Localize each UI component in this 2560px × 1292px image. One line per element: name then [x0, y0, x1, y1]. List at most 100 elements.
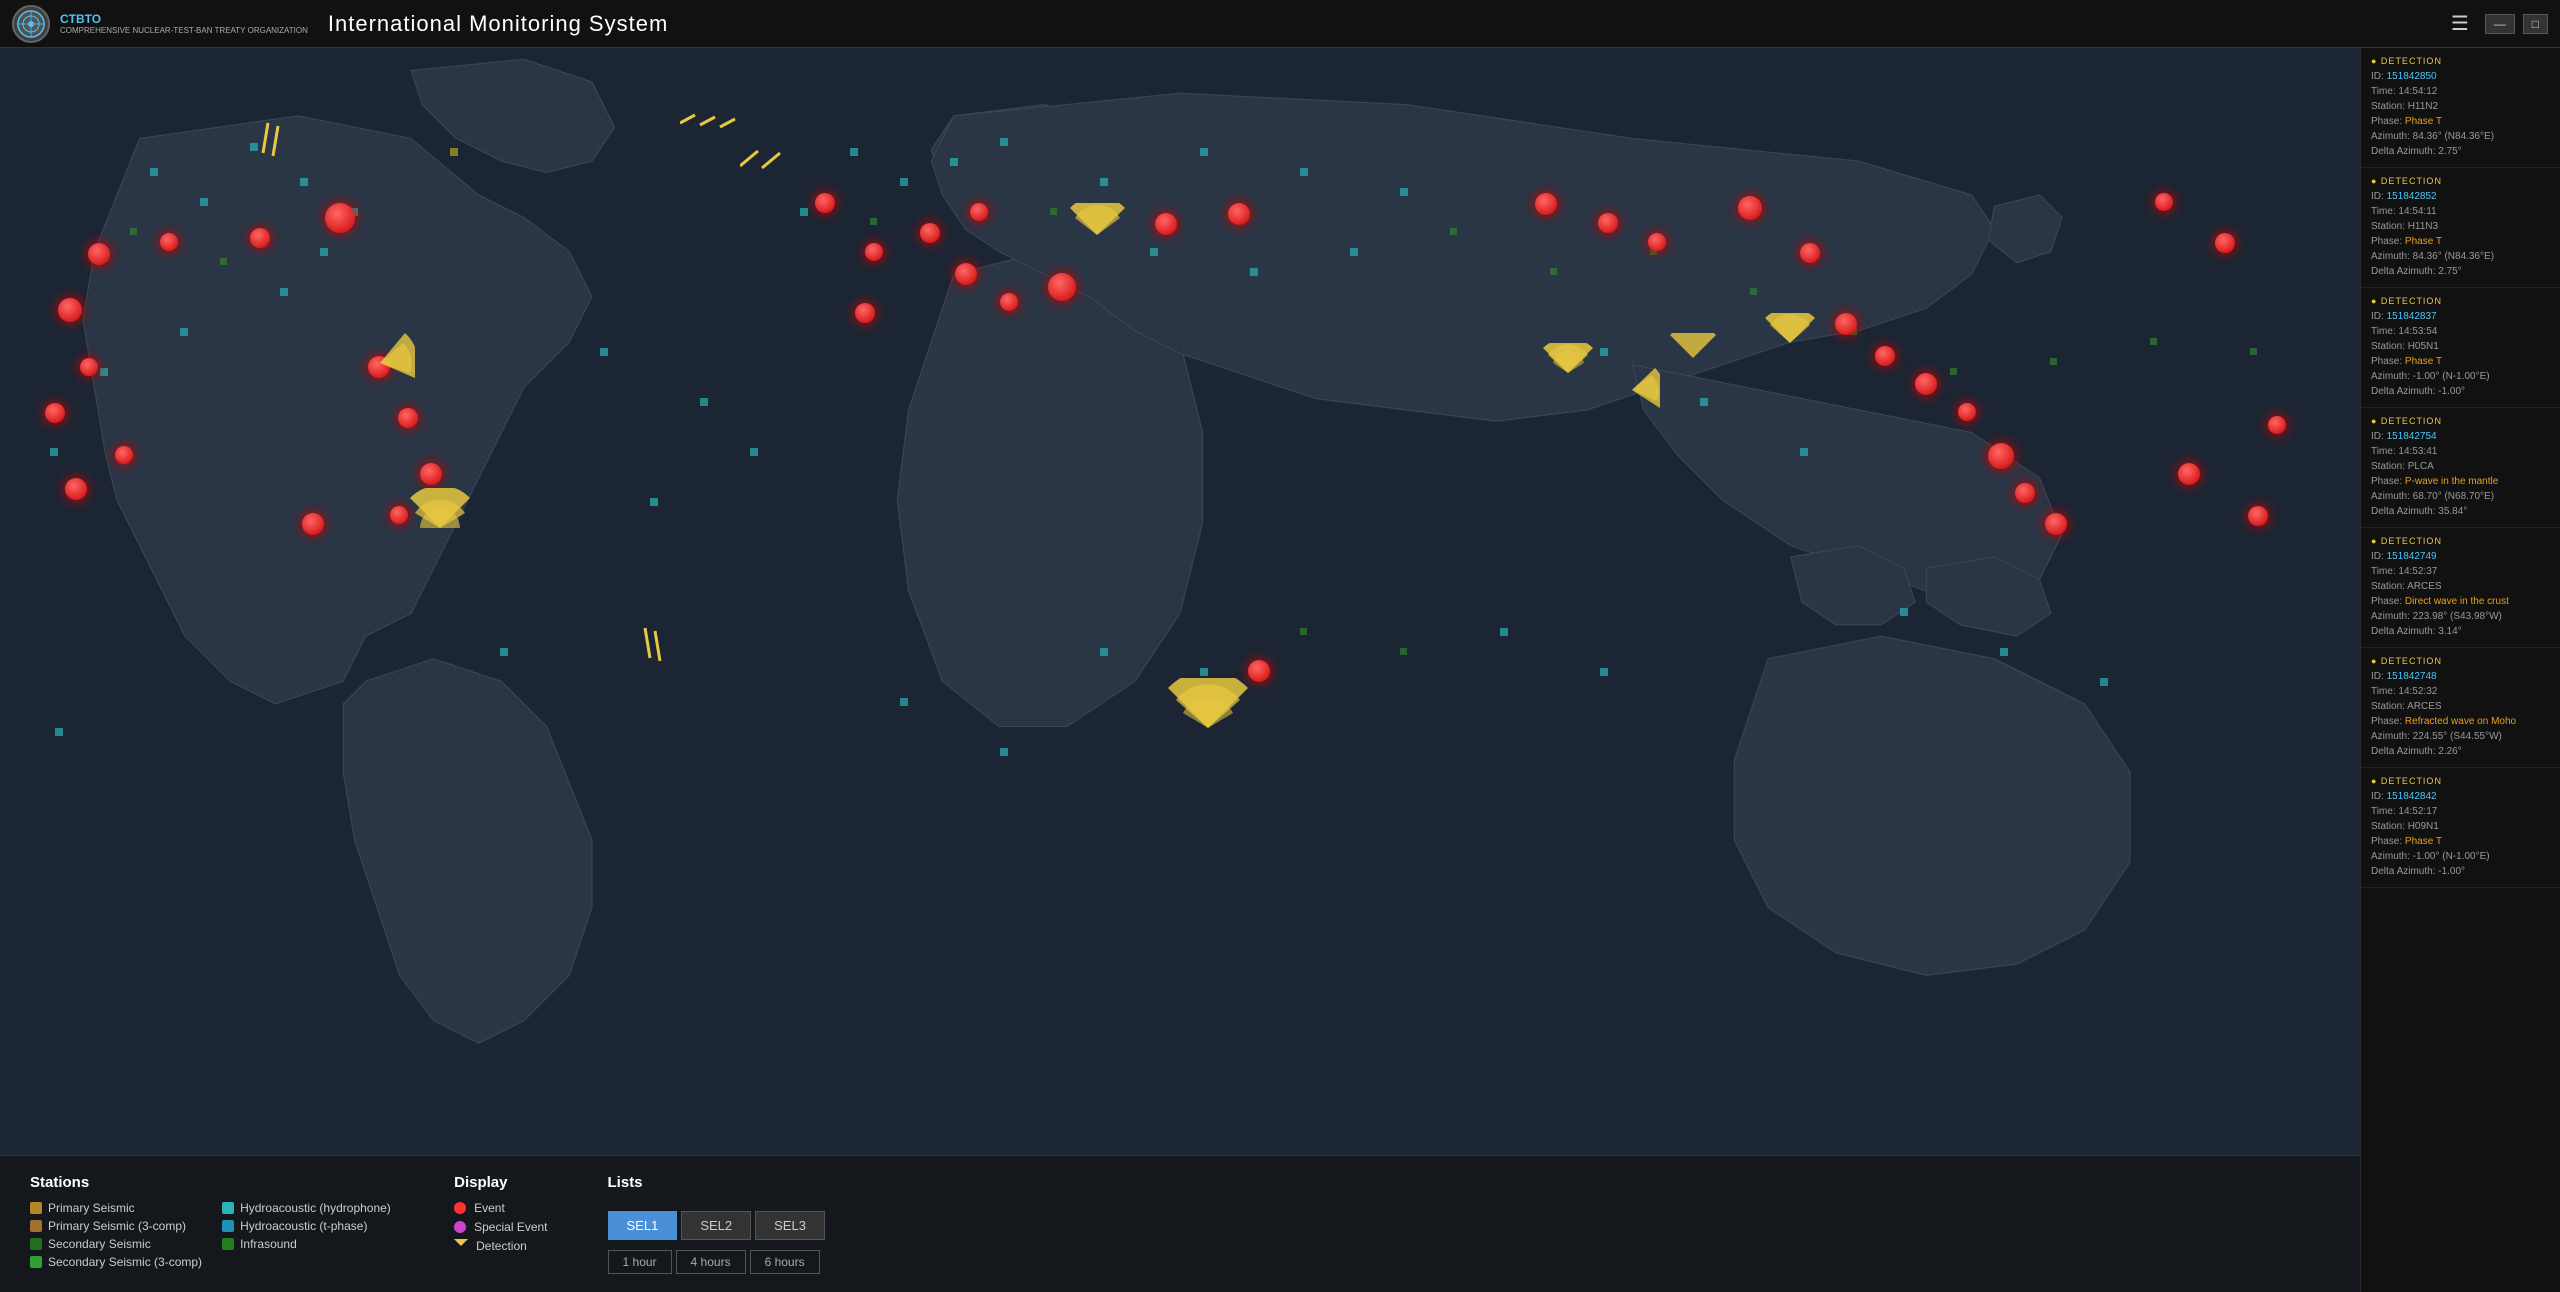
detection-phase: Phase: P-wave in the mantle: [2371, 474, 2550, 489]
primary-seismic-icon: [30, 1202, 42, 1214]
detection-list: ● DETECTION ID: 151842850 Time: 14:54:12…: [2361, 48, 2560, 888]
main-content: Stations Primary Seismic Hydroacoustic (…: [0, 48, 2560, 1292]
hydro-hydrophone-label: Hydroacoustic (hydrophone): [240, 1201, 391, 1215]
detection-time: Time: 14:54:11: [2371, 204, 2550, 219]
detection-azimuth: Azimuth: 224.55° (S44.55°W): [2371, 729, 2550, 744]
menu-button[interactable]: ☰: [2443, 7, 2477, 40]
detection-station: Station: H05N1: [2371, 339, 2550, 354]
detection-azimuth: Azimuth: 223.98° (S43.98°W): [2371, 609, 2550, 624]
detection-station: Station: PLCA: [2371, 459, 2550, 474]
detection-delta-azimuth: Delta Azimuth: 2.26°: [2371, 744, 2550, 759]
detection-time: Time: 14:52:37: [2371, 564, 2550, 579]
special-event-icon: [454, 1221, 466, 1233]
legend-infrasound: Infrasound: [222, 1237, 394, 1251]
minimize-button[interactable]: —: [2485, 14, 2515, 34]
detection-item[interactable]: ● DETECTION ID: 151842749 Time: 14:52:37…: [2361, 528, 2560, 648]
legend-hydroacoustic-hydrophone: Hydroacoustic (hydrophone): [222, 1201, 394, 1215]
detection-id: ID: 151842842: [2371, 789, 2550, 804]
detection-phase: Phase: Phase T: [2371, 834, 2550, 849]
legend-bar: Stations Primary Seismic Hydroacoustic (…: [0, 1155, 2360, 1292]
detection-time: Time: 14:54:12: [2371, 84, 2550, 99]
stations-legend: Stations Primary Seismic Hydroacoustic (…: [30, 1174, 394, 1269]
detection-label-badge: ● DETECTION: [2371, 176, 2550, 186]
6hours-button[interactable]: 6 hours: [750, 1250, 820, 1274]
detection-azimuth: Azimuth: -1.00° (N-1.00°E): [2371, 369, 2550, 384]
secondary-3comp-icon: [30, 1256, 42, 1268]
detection-phase: Phase: Direct wave in the crust: [2371, 594, 2550, 609]
detection-phase: Phase: Refracted wave on Moho: [2371, 714, 2550, 729]
logo-icon: [12, 5, 50, 43]
detection-label-badge: ● DETECTION: [2371, 776, 2550, 786]
detection-label-badge: ● DETECTION: [2371, 416, 2550, 426]
detection-delta-azimuth: Delta Azimuth: 2.75°: [2371, 264, 2550, 279]
special-event-label: Special Event: [474, 1220, 547, 1234]
org-full: COMPREHENSIVE NUCLEAR-TEST-BAN TREATY OR…: [60, 26, 308, 36]
detection-delta-azimuth: Delta Azimuth: -1.00°: [2371, 384, 2550, 399]
legend-secondary-seismic: Secondary Seismic: [30, 1237, 202, 1251]
detection-item[interactable]: ● DETECTION ID: 151842842 Time: 14:52:17…: [2361, 768, 2560, 888]
page-title: International Monitoring System: [328, 11, 668, 37]
map-area[interactable]: Stations Primary Seismic Hydroacoustic (…: [0, 48, 2360, 1292]
detection-time: Time: 14:53:41: [2371, 444, 2550, 459]
display-items: Event Special Event Detection: [454, 1201, 547, 1253]
detection-label-badge: ● DETECTION: [2371, 296, 2550, 306]
detection-delta-azimuth: Delta Azimuth: 3.14°: [2371, 624, 2550, 639]
4hours-button[interactable]: 4 hours: [676, 1250, 746, 1274]
display-special-event: Special Event: [454, 1220, 547, 1234]
detection-id: ID: 151842748: [2371, 669, 2550, 684]
detection-phase: Phase: Phase T: [2371, 354, 2550, 369]
legend-hydroacoustic-tphase: Hydroacoustic (t-phase): [222, 1219, 394, 1233]
detection-id: ID: 151842754: [2371, 429, 2550, 444]
legend-primary-seismic-3comp: Primary Seismic (3-comp): [30, 1219, 202, 1233]
maximize-button[interactable]: □: [2523, 14, 2548, 34]
detection-item[interactable]: ● DETECTION ID: 151842754 Time: 14:53:41…: [2361, 408, 2560, 528]
detection-station: Station: ARCES: [2371, 579, 2550, 594]
detection-azimuth: Azimuth: 68.70° (N68.70°E): [2371, 489, 2550, 504]
header-controls: ☰ — □: [2443, 7, 2548, 40]
lists-legend: Lists SEL1 SEL2 SEL3 1 hour 4 hours 6 ho…: [608, 1174, 825, 1274]
detection-station: Station: H09N1: [2371, 819, 2550, 834]
secondary-seismic-icon: [30, 1238, 42, 1250]
detection-phase: Phase: Phase T: [2371, 114, 2550, 129]
header: CTBTO COMPREHENSIVE NUCLEAR-TEST-BAN TRE…: [0, 0, 2560, 48]
detection-item[interactable]: ● DETECTION ID: 151842837 Time: 14:53:54…: [2361, 288, 2560, 408]
infrasound-icon: [222, 1238, 234, 1250]
world-map: [0, 48, 2360, 1292]
legend-primary-seismic: Primary Seismic: [30, 1201, 202, 1215]
detection-id: ID: 151842749: [2371, 549, 2550, 564]
sel2-button[interactable]: SEL2: [681, 1211, 751, 1240]
org-acronym: CTBTO: [60, 12, 308, 26]
detection-id: ID: 151842850: [2371, 69, 2550, 84]
time-buttons: 1 hour 4 hours 6 hours: [608, 1250, 825, 1274]
secondary-3comp-label: Secondary Seismic (3-comp): [48, 1255, 202, 1269]
display-event: Event: [454, 1201, 547, 1215]
detection-label: Detection: [476, 1239, 527, 1253]
hydro-tphase-icon: [222, 1220, 234, 1232]
sel3-button[interactable]: SEL3: [755, 1211, 825, 1240]
detection-phase: Phase: Phase T: [2371, 234, 2550, 249]
legend-secondary-seismic-3comp: Secondary Seismic (3-comp): [30, 1255, 202, 1269]
detection-time: Time: 14:53:54: [2371, 324, 2550, 339]
lists-title: Lists: [608, 1174, 825, 1191]
detection-station: Station: ARCES: [2371, 699, 2550, 714]
detection-item[interactable]: ● DETECTION ID: 151842748 Time: 14:52:32…: [2361, 648, 2560, 768]
event-label: Event: [474, 1201, 505, 1215]
logo-area: CTBTO COMPREHENSIVE NUCLEAR-TEST-BAN TRE…: [12, 5, 308, 43]
detection-delta-azimuth: Delta Azimuth: -1.00°: [2371, 864, 2550, 879]
detection-item[interactable]: ● DETECTION ID: 151842850 Time: 14:54:12…: [2361, 48, 2560, 168]
event-icon: [454, 1202, 466, 1214]
detection-label-badge: ● DETECTION: [2371, 656, 2550, 666]
primary-3comp-icon: [30, 1220, 42, 1232]
1hour-button[interactable]: 1 hour: [608, 1250, 672, 1274]
detection-azimuth: Azimuth: 84.36° (N84.36°E): [2371, 129, 2550, 144]
detection-delta-azimuth: Delta Azimuth: 2.75°: [2371, 144, 2550, 159]
sel-buttons: SEL1 SEL2 SEL3: [608, 1211, 825, 1240]
primary-seismic-label: Primary Seismic: [48, 1201, 135, 1215]
detection-time: Time: 14:52:17: [2371, 804, 2550, 819]
stations-title: Stations: [30, 1174, 394, 1191]
sel1-button[interactable]: SEL1: [608, 1211, 678, 1240]
detection-delta-azimuth: Delta Azimuth: 35.84°: [2371, 504, 2550, 519]
detection-item[interactable]: ● DETECTION ID: 151842852 Time: 14:54:11…: [2361, 168, 2560, 288]
secondary-seismic-label: Secondary Seismic: [48, 1237, 151, 1251]
detection-id: ID: 151842837: [2371, 309, 2550, 324]
